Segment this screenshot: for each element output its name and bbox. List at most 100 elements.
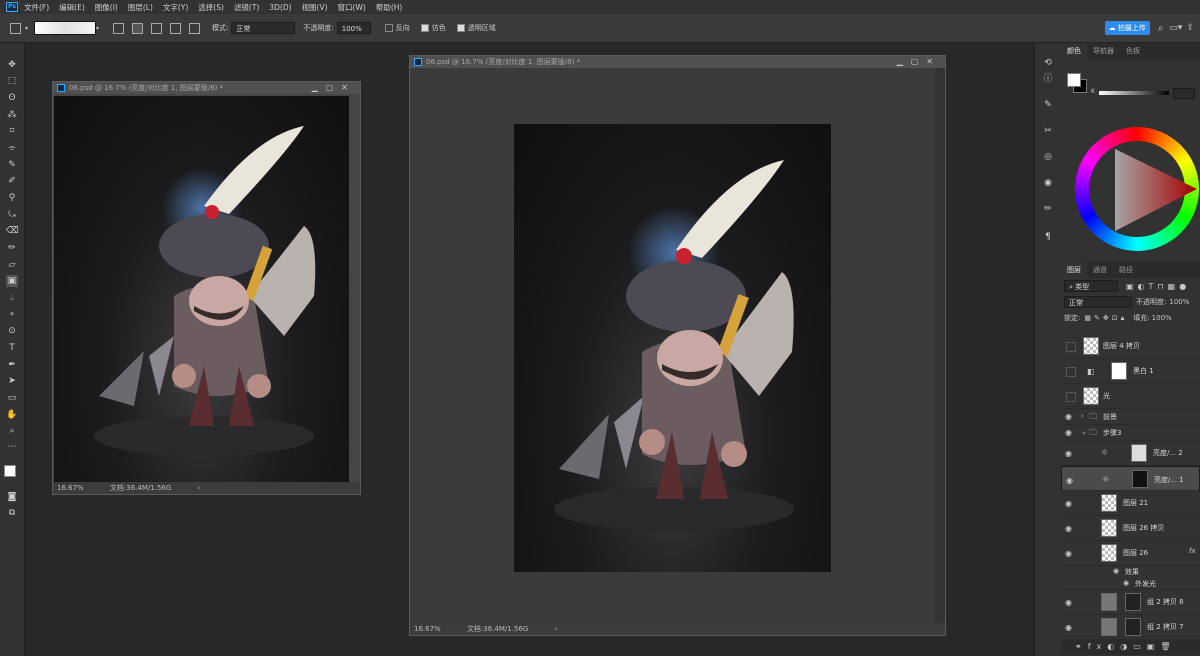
photoshop-logo-icon[interactable]: Ps xyxy=(6,2,18,12)
eyedropper-tool-icon[interactable]: ⌯ xyxy=(6,142,18,154)
window-controls[interactable]: ▁▢✕ xyxy=(312,82,356,94)
tools-presets-icon[interactable]: ✂ xyxy=(1042,125,1054,137)
layer-row[interactable]: 图层 4 拷贝 xyxy=(1061,334,1200,359)
tab-swatches[interactable]: 色板 xyxy=(1120,46,1146,56)
chevron-right-icon[interactable]: › xyxy=(555,625,558,633)
tab-navigator[interactable]: 导航器 xyxy=(1087,46,1120,56)
move-tool-icon[interactable]: ✥ xyxy=(6,59,18,71)
layer-filter-icons[interactable]: ▣◐T⊓▦● xyxy=(1126,282,1190,291)
reverse-option[interactable]: 反向 xyxy=(384,23,410,33)
hand-tool-icon[interactable]: ✋ xyxy=(6,409,18,421)
mixer-brush-tool-icon[interactable]: ✏ xyxy=(6,242,18,254)
transparency-option[interactable]: 透明区域 xyxy=(456,23,496,33)
eye-icon[interactable]: ◉ xyxy=(1113,567,1119,575)
magic-wand-tool-icon[interactable]: ⁂ xyxy=(6,109,18,121)
layer-row[interactable]: ◉ 图层 21 xyxy=(1061,491,1200,516)
eye-icon[interactable]: ◉ xyxy=(1065,412,1072,421)
radial-gradient-icon[interactable] xyxy=(132,22,144,34)
diamond-gradient-icon[interactable] xyxy=(189,22,201,34)
layer-row[interactable]: 光 xyxy=(1061,384,1200,409)
lasso-tool-icon[interactable]: ʘ xyxy=(6,92,18,104)
layer-row[interactable]: ◉ 图层 26 拷贝 xyxy=(1061,516,1200,541)
history-brush-tool-icon[interactable]: ⤿ xyxy=(6,209,18,221)
blur-tool-icon[interactable]: 💧︎ xyxy=(6,292,18,304)
effects-row[interactable]: ◉ 效果 xyxy=(1061,566,1200,578)
opacity-field[interactable]: 100% xyxy=(336,22,371,34)
menu-type[interactable]: 文字(Y) xyxy=(163,2,188,13)
brush-tool-icon[interactable]: ✐ xyxy=(6,175,18,187)
document-title-bar[interactable]: 06.psd @ 16.7% (亮度/对比度 1, 图层蒙版/8) * ▁▢✕ xyxy=(53,82,360,94)
layers-footer-icons[interactable]: ⚭fx◐◑▭▣🗑︎ xyxy=(1061,639,1200,655)
layer-opacity-value[interactable]: 100% xyxy=(1169,298,1189,306)
tab-paths[interactable]: 路径 xyxy=(1113,265,1139,275)
window-controls[interactable]: ▁▢✕ xyxy=(897,56,941,68)
menu-edit[interactable]: 编辑(E) xyxy=(59,2,85,13)
visibility-toggle-off[interactable] xyxy=(1066,342,1076,352)
reflected-gradient-icon[interactable] xyxy=(170,22,182,34)
eye-icon[interactable]: ◉ xyxy=(1066,475,1073,487)
zoom-tool-icon[interactable]: ⌕ xyxy=(6,425,18,437)
reverse-checkbox[interactable] xyxy=(384,24,393,32)
layer-row[interactable]: ◉ ☼ 亮度/... 2 xyxy=(1061,441,1200,466)
linear-gradient-icon[interactable] xyxy=(113,22,125,34)
eye-icon[interactable]: ◉ xyxy=(1065,598,1072,607)
menu-select[interactable]: 选择(S) xyxy=(198,2,224,13)
eye-icon[interactable]: ◉ xyxy=(1065,549,1072,558)
pen-tool-icon[interactable]: ✒ xyxy=(6,359,18,371)
eye-icon[interactable]: ◉ xyxy=(1123,579,1129,587)
menu-file[interactable]: 文件(F) xyxy=(24,2,49,13)
color-triangle[interactable] xyxy=(1075,127,1199,251)
lock-icons[interactable]: ▦✎✥⊡🔒︎ xyxy=(1084,314,1127,323)
visibility-toggle-off[interactable] xyxy=(1066,392,1076,402)
menu-help[interactable]: 帮助(H) xyxy=(376,2,403,13)
eraser-tool-icon[interactable]: ▱ xyxy=(6,259,18,271)
vertical-scrollbar[interactable] xyxy=(935,68,945,624)
chevron-right-icon[interactable]: › xyxy=(198,484,201,492)
eye-icon[interactable]: ◉ xyxy=(1065,449,1072,458)
search-icon[interactable]: ⌕ xyxy=(1158,23,1164,34)
marquee-tool-icon[interactable]: ⬚ xyxy=(6,75,18,87)
character-artwork[interactable] xyxy=(514,124,831,572)
gradient-picker[interactable] xyxy=(34,21,97,35)
document-title-bar[interactable]: 06.psd @ 16.7% (亮度/对比度 1, 图层蒙版/8) * ▁▢✕ xyxy=(410,56,945,68)
eye-icon[interactable]: ◉ xyxy=(1065,524,1072,533)
tab-color[interactable]: 颜色 xyxy=(1061,43,1087,59)
foreground-color-swatch[interactable] xyxy=(1067,73,1081,87)
eye-icon[interactable]: ◉ xyxy=(1065,428,1072,437)
workspace-icon[interactable]: ▭▾ xyxy=(1169,23,1182,33)
menu-window[interactable]: 窗口(W) xyxy=(338,2,366,13)
group-row[interactable]: ◉ ⌄ 🗀 步骤3 xyxy=(1061,425,1200,441)
gradient-tool-icon[interactable]: ▣ xyxy=(6,275,18,287)
history-icon[interactable]: ⟲ xyxy=(1042,57,1054,69)
blend-mode-select[interactable]: 正常 xyxy=(1064,296,1132,308)
k-slider[interactable] xyxy=(1099,91,1169,95)
document-window-small[interactable]: 06.psd @ 16.7% (亮度/对比度 1, 图层蒙版/8) * ▁▢✕ xyxy=(52,81,361,495)
visibility-toggle-off[interactable] xyxy=(1066,367,1076,377)
type-tool-icon[interactable]: T xyxy=(6,342,18,354)
eraser-tool-icon[interactable]: ⌫ xyxy=(6,225,19,237)
mode-select[interactable]: 正常 xyxy=(231,22,296,34)
menu-filter[interactable]: 滤镜(T) xyxy=(234,2,259,13)
tab-channels[interactable]: 通道 xyxy=(1087,265,1113,275)
k-value-field[interactable] xyxy=(1173,88,1195,99)
chevron-down-icon[interactable]: ▾ xyxy=(96,25,99,32)
eye-icon[interactable]: ◉ xyxy=(1065,623,1072,632)
layer-row[interactable]: ◧ 黑白 1 xyxy=(1061,359,1200,384)
eye-icon[interactable]: ◉ xyxy=(1065,499,1072,508)
group-row[interactable]: ◉ › 🗀 前景 xyxy=(1061,409,1200,425)
menu-3d[interactable]: 3D(D) xyxy=(269,3,291,12)
libraries-icon[interactable]: ◉ xyxy=(1042,177,1054,189)
angle-gradient-icon[interactable] xyxy=(151,22,163,34)
chevron-down-icon[interactable]: ⌄ xyxy=(1081,428,1087,436)
smudge-tool-icon[interactable]: ⊙ xyxy=(6,325,18,337)
fx-badge[interactable]: fx xyxy=(1189,547,1196,555)
screen-mode-icon[interactable]: ⧉ xyxy=(6,507,18,519)
menu-view[interactable]: 视图(V) xyxy=(302,2,328,13)
menu-layer[interactable]: 图层(L) xyxy=(128,2,153,13)
document-window-large[interactable]: 06.psd @ 16.7% (亮度/对比度 1, 图层蒙版/8) * ▁▢✕ xyxy=(409,55,946,636)
chevron-right-icon[interactable]: › xyxy=(1081,412,1084,420)
layer-row[interactable]: ◉ 图层 26 fx xyxy=(1061,541,1200,566)
gradient-tool-preset-icon[interactable] xyxy=(10,22,21,34)
brush-settings-icon[interactable]: ✎ xyxy=(1042,99,1054,111)
info-icon[interactable]: ⓘ xyxy=(1042,73,1054,85)
